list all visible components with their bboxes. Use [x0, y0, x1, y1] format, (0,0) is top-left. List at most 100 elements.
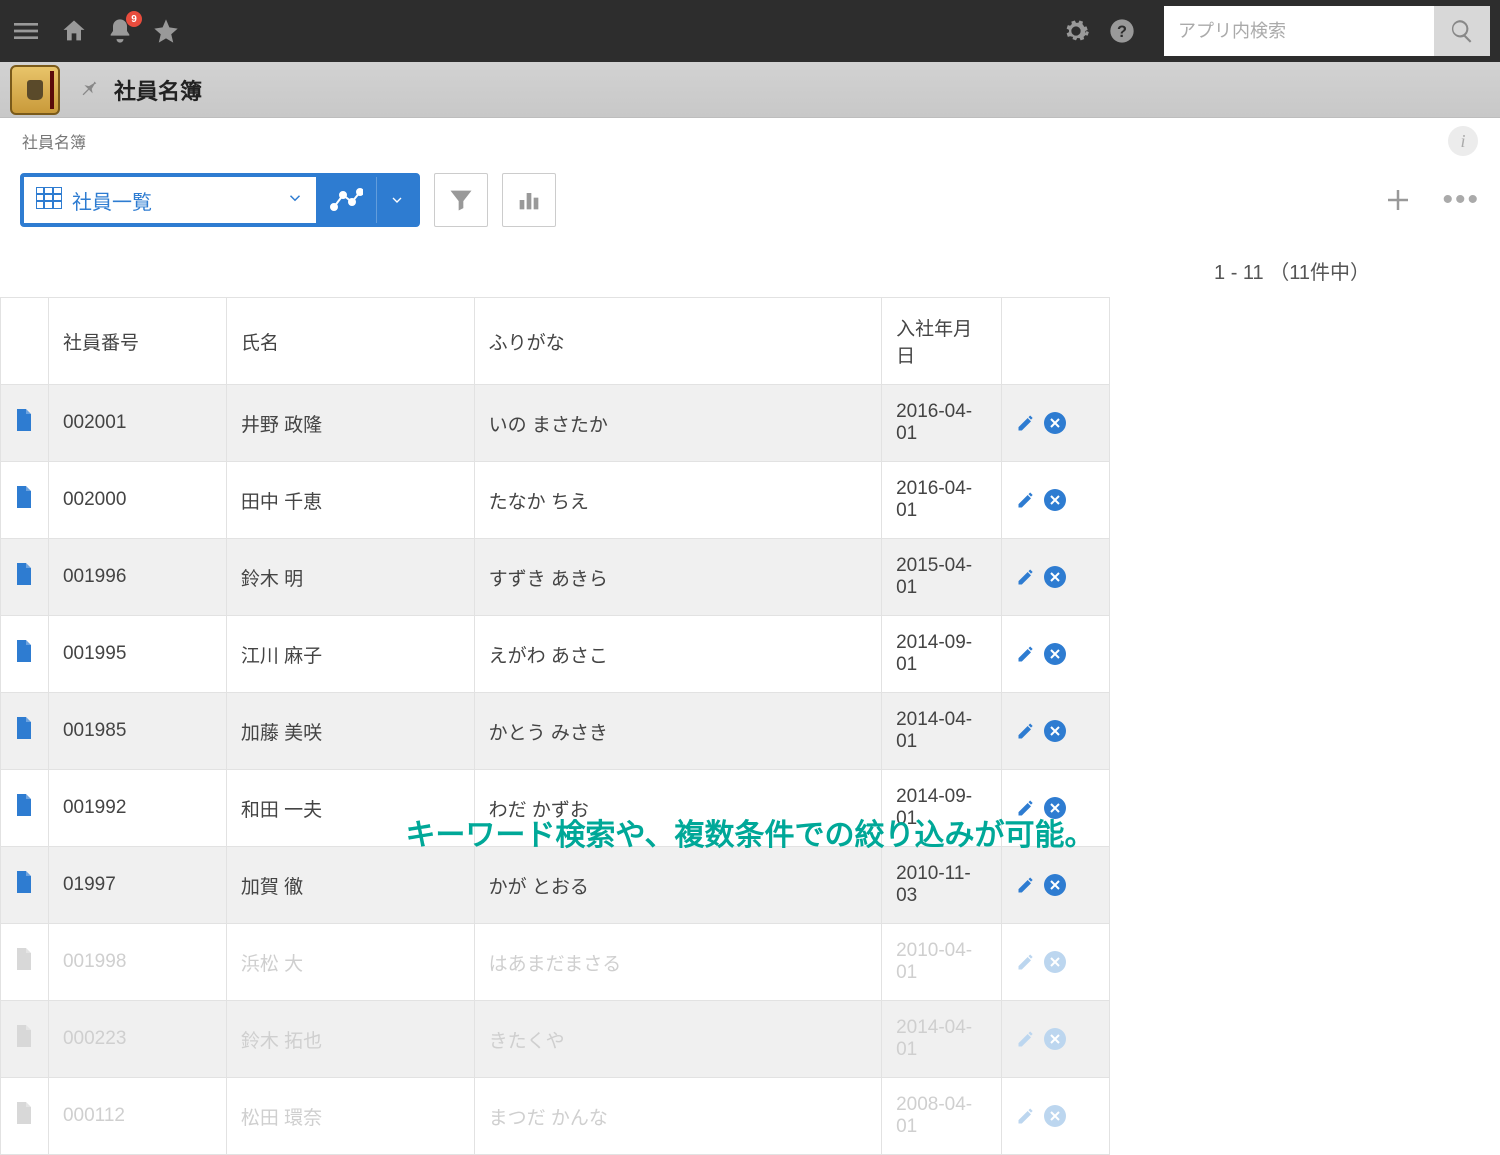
- header-name[interactable]: 氏名: [226, 298, 474, 385]
- table-row: 01997加賀 徹かが とおる2010-11-03: [1, 847, 1110, 924]
- edit-button[interactable]: [1016, 952, 1036, 972]
- pencil-icon: [1016, 721, 1036, 741]
- document-icon[interactable]: [15, 800, 33, 821]
- header-emp-no[interactable]: 社員番号: [48, 298, 226, 385]
- view-group: 社員一覧: [20, 173, 420, 227]
- header-hire-date[interactable]: 入社年月日: [882, 298, 1002, 385]
- edit-button[interactable]: [1016, 644, 1036, 664]
- search-box: [1164, 6, 1490, 56]
- table-row: 002000田中 千恵たなか ちえ2016-04-01: [1, 462, 1110, 539]
- table-row: 000223鈴木 拓也きたくや2014-04-01: [1, 1001, 1110, 1078]
- edit-button[interactable]: [1016, 721, 1036, 741]
- help-icon[interactable]: ?: [1108, 17, 1136, 45]
- delete-button[interactable]: [1044, 489, 1066, 511]
- search-button[interactable]: [1434, 6, 1490, 56]
- document-icon[interactable]: [15, 954, 33, 975]
- delete-button[interactable]: [1044, 874, 1066, 896]
- cell-emp-no: 001998: [48, 924, 226, 1001]
- chevron-down-icon: [389, 192, 405, 208]
- close-icon: [1050, 495, 1060, 505]
- topbar-left: 9: [10, 15, 180, 47]
- pin-icon[interactable]: [78, 76, 100, 103]
- close-icon: [1050, 957, 1060, 967]
- edit-button[interactable]: [1016, 413, 1036, 433]
- more-button[interactable]: •••: [1442, 185, 1480, 215]
- pencil-icon: [1016, 413, 1036, 433]
- pagination-text: 1 - 11 （11件中）: [0, 236, 1500, 297]
- plus-icon: [1383, 185, 1413, 215]
- edit-button[interactable]: [1016, 1029, 1036, 1049]
- delete-button[interactable]: [1044, 1028, 1066, 1050]
- document-icon[interactable]: [15, 415, 33, 436]
- document-icon[interactable]: [15, 646, 33, 667]
- cell-kana: たなか ちえ: [474, 462, 881, 539]
- cell-name: 浜松 大: [226, 924, 474, 1001]
- delete-button[interactable]: [1044, 412, 1066, 434]
- cell-name: 鈴木 拓也: [226, 1001, 474, 1078]
- cell-emp-no: 001992: [48, 770, 226, 847]
- document-icon[interactable]: [15, 723, 33, 744]
- edit-button[interactable]: [1016, 1106, 1036, 1126]
- search-input[interactable]: [1164, 6, 1434, 56]
- edit-button[interactable]: [1016, 490, 1036, 510]
- table-icon: [36, 187, 62, 214]
- hamburger-icon[interactable]: [10, 15, 42, 47]
- delete-button[interactable]: [1044, 1105, 1066, 1127]
- filter-icon: [447, 186, 475, 214]
- graph-view-button[interactable]: [316, 177, 376, 223]
- view-select-label: 社員一覧: [72, 186, 286, 215]
- document-icon[interactable]: [15, 1031, 33, 1052]
- close-icon: [1050, 1111, 1060, 1121]
- edit-button[interactable]: [1016, 875, 1036, 895]
- pencil-icon: [1016, 567, 1036, 587]
- graph-view-dropdown[interactable]: [376, 177, 416, 223]
- cell-emp-no: 001985: [48, 693, 226, 770]
- cell-emp-no: 000223: [48, 1001, 226, 1078]
- document-icon[interactable]: [15, 569, 33, 590]
- cell-kana: かが とおる: [474, 847, 881, 924]
- delete-button[interactable]: [1044, 720, 1066, 742]
- cell-hire-date: 2014-04-01: [882, 693, 1002, 770]
- close-icon: [1050, 880, 1060, 890]
- edit-button[interactable]: [1016, 567, 1036, 587]
- cell-hire-date: 2014-04-01: [882, 1001, 1002, 1078]
- cell-kana: えがわ あさこ: [474, 616, 881, 693]
- notification-icon[interactable]: 9: [106, 17, 134, 45]
- close-icon: [1050, 649, 1060, 659]
- gear-icon[interactable]: [1062, 17, 1090, 45]
- delete-button[interactable]: [1044, 797, 1066, 819]
- pencil-icon: [1016, 875, 1036, 895]
- table-row: 001985加藤 美咲かとう みさき2014-04-01: [1, 693, 1110, 770]
- delete-button[interactable]: [1044, 951, 1066, 973]
- app-title: 社員名簿: [114, 74, 202, 106]
- cell-hire-date: 2008-04-01: [882, 1078, 1002, 1155]
- star-icon[interactable]: [152, 17, 180, 45]
- cell-hire-date: 2016-04-01: [882, 385, 1002, 462]
- delete-button[interactable]: [1044, 566, 1066, 588]
- toolbar-row: 社員一覧 •••: [0, 164, 1500, 236]
- close-icon: [1050, 418, 1060, 428]
- pencil-icon: [1016, 1106, 1036, 1126]
- employee-table: 社員番号 氏名 ふりがな 入社年月日 002001井野 政隆いの まさたか201…: [0, 297, 1110, 1155]
- cell-kana: かとう みさき: [474, 693, 881, 770]
- pencil-icon: [1016, 490, 1036, 510]
- add-button[interactable]: [1378, 180, 1418, 220]
- document-icon[interactable]: [15, 492, 33, 513]
- cell-kana: わだ かずお: [474, 770, 881, 847]
- close-icon: [1050, 726, 1060, 736]
- document-icon[interactable]: [15, 877, 33, 898]
- table-row: 001996鈴木 明すずき あきら2015-04-01: [1, 539, 1110, 616]
- filter-button[interactable]: [434, 173, 488, 227]
- cell-hire-date: 2014-09-01: [882, 616, 1002, 693]
- edit-button[interactable]: [1016, 798, 1036, 818]
- info-button[interactable]: i: [1448, 126, 1478, 156]
- breadcrumb[interactable]: 社員名簿: [22, 129, 86, 153]
- delete-button[interactable]: [1044, 643, 1066, 665]
- view-select[interactable]: 社員一覧: [24, 177, 316, 223]
- home-icon[interactable]: [60, 17, 88, 45]
- cell-hire-date: 2010-04-01: [882, 924, 1002, 1001]
- document-icon[interactable]: [15, 1108, 33, 1129]
- chart-button[interactable]: [502, 173, 556, 227]
- header-kana[interactable]: ふりがな: [474, 298, 881, 385]
- topbar-right: ?: [1062, 6, 1490, 56]
